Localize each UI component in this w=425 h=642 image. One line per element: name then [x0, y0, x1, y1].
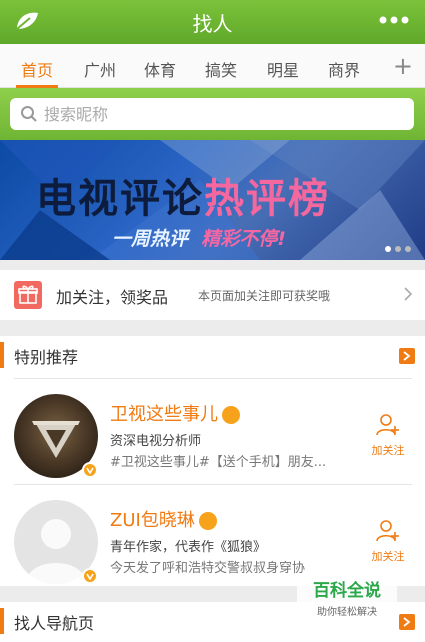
tab-guangzhou[interactable]: 广州: [76, 57, 124, 81]
person-name-text: ZUI包晓琳: [110, 510, 195, 531]
category-tabs: 首页 广州 体育 搞笑 明星 商界 +: [0, 44, 425, 88]
follow-promo-title: 加关注，领奖品: [56, 288, 169, 307]
divider: [14, 484, 412, 485]
tab-celebrity[interactable]: 明星: [259, 57, 307, 81]
gift-icon: [14, 281, 42, 309]
watermark-subtitle: 助你轻松解决: [317, 607, 377, 618]
banner-title: 电视评论热评榜: [36, 166, 330, 224]
tab-home[interactable]: 首页: [13, 57, 61, 81]
carousel-dots: [381, 237, 411, 256]
chevron-right-icon: [404, 287, 413, 301]
watermark-title: 百科全说: [313, 581, 381, 601]
verified-badge-icon: [82, 462, 98, 478]
follow-button[interactable]: 加关注: [365, 412, 411, 458]
recommended-header: 特别推荐: [0, 336, 425, 376]
page-title: 找人: [192, 12, 233, 36]
banner-subtitle: 一周热评 精彩不停!: [112, 224, 286, 251]
list-item[interactable]: ZUI包晓琳 青年作家，代表作《狐狼》 今天发了呼和浩特交警叔叔身穿协 加关注: [0, 486, 425, 586]
person-latest-post: #卫视这些事儿#【送个手机】朋友...: [110, 455, 327, 470]
promo-banner[interactable]: 电视评论热评榜 一周热评 精彩不停!: [0, 140, 425, 260]
section-accent-bar: [0, 608, 4, 634]
person-bio: 资深电视分析师: [110, 434, 202, 449]
list-item[interactable]: 卫视这些事儿 资深电视分析师 #卫视这些事儿#【送个手机】朋友... 加关注: [0, 380, 425, 480]
add-user-icon: [376, 520, 399, 542]
carousel-dot-1[interactable]: [385, 246, 391, 252]
add-user-icon: [376, 414, 399, 436]
follow-button[interactable]: 加关注: [365, 518, 411, 564]
banner-subtitle-second: 精彩不停!: [201, 228, 286, 250]
follow-label: 加关注: [371, 550, 405, 563]
follow-promo-description: 本页面加关注即可获奖哦: [198, 289, 331, 303]
title-bar: 找人: [0, 0, 425, 44]
arrow-right-icon: [403, 617, 411, 627]
banner-title-highlight: 热评榜: [204, 176, 330, 222]
person-name: ZUI包晓琳: [110, 506, 217, 532]
banner-subtitle-first: 一周热评: [112, 228, 189, 250]
tab-business[interactable]: 商界: [320, 57, 368, 81]
carousel-dot-2[interactable]: [395, 246, 401, 252]
recommended-section: 特别推荐 卫视这些事儿 资深电视分析师 #卫视这些事儿#【送个手机】朋友... …: [0, 336, 425, 586]
emoji-icon: [222, 406, 240, 424]
person-name: 卫视这些事儿: [110, 400, 240, 426]
verified-badge-icon: [82, 568, 98, 584]
search-input[interactable]: [44, 102, 404, 126]
recommended-title: 特别推荐: [14, 348, 79, 367]
nav-section-title: 找人导航页: [14, 614, 95, 633]
divider: [14, 378, 412, 379]
person-bio: 青年作家，代表作《狐狼》: [110, 540, 267, 555]
tab-funny[interactable]: 搞笑: [197, 57, 245, 81]
arrow-right-icon: [403, 351, 411, 361]
section-accent-bar: [0, 342, 4, 368]
search-icon: [21, 106, 37, 122]
banner-title-main: 电视评论: [36, 176, 204, 222]
carousel-dot-3[interactable]: [405, 246, 411, 252]
recommended-more-button[interactable]: [399, 348, 415, 364]
nav-section-more-button[interactable]: [399, 614, 415, 630]
add-tab-button[interactable]: +: [393, 52, 413, 80]
more-options-icon[interactable]: [379, 14, 409, 26]
watermark: 百科全说 助你轻松解决: [297, 573, 397, 618]
follow-label: 加关注: [371, 444, 405, 457]
tab-sports[interactable]: 体育: [136, 57, 184, 81]
search-box[interactable]: [10, 98, 414, 130]
follow-promo-row[interactable]: 加关注，领奖品 本页面加关注即可获奖哦: [0, 270, 425, 320]
search-bar: [0, 88, 425, 140]
emoji-icon: [198, 512, 217, 530]
person-name-text: 卫视这些事儿: [110, 404, 218, 425]
